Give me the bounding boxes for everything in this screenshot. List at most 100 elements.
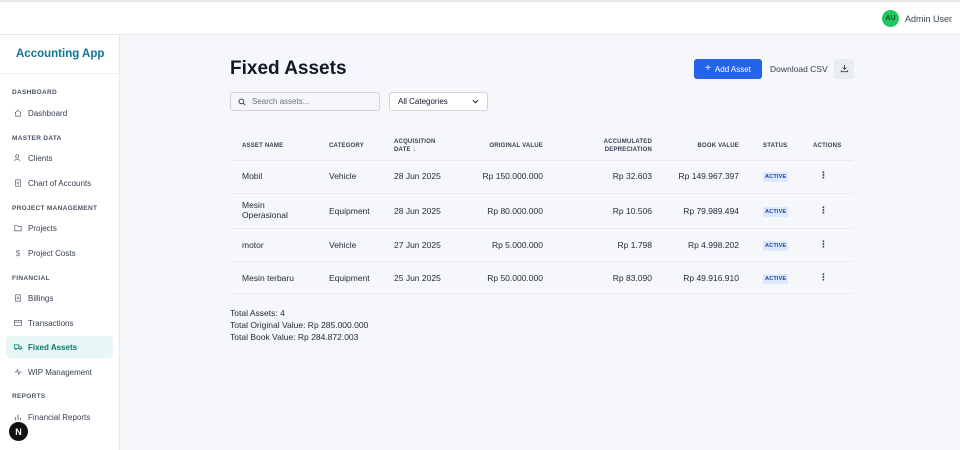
cell-depreciation: Rp 1.798 xyxy=(617,240,653,250)
header-accumulated-line1: ACCUMULATED xyxy=(603,139,652,145)
category-select[interactable]: All Categories xyxy=(389,92,488,111)
sidebar-item-wip-management[interactable]: WIP Management xyxy=(6,361,113,383)
cell-acquisition-date: 28 Jun 2025 xyxy=(394,171,441,181)
cell-original-value: Rp 5.000.000 xyxy=(491,240,543,250)
sidebar-item-project-costs[interactable]: $ Project Costs xyxy=(6,242,113,264)
sidebar-item-dashboard[interactable]: Dashboard xyxy=(6,102,113,124)
sidebar-item-projects[interactable]: Projects xyxy=(6,217,113,239)
cell-book-value: Rp 4.998.202 xyxy=(687,240,739,250)
user-menu[interactable]: AU Admin User xyxy=(881,10,952,27)
header-acquisition-line2: DATE ↓ xyxy=(394,147,416,153)
cell-original-value: Rp 50.000.000 xyxy=(487,273,543,283)
sidebar-item-transactions[interactable]: Transactions xyxy=(6,312,113,334)
folder-icon xyxy=(14,224,22,232)
row-actions-icon[interactable]: ⋮ xyxy=(819,272,828,283)
cell-original-value: Rp 150.000.000 xyxy=(482,171,544,181)
sidebar-item-label: Chart of Accounts xyxy=(28,178,92,188)
sidebar-section-reports: REPORTS xyxy=(12,393,46,400)
status-badge: ACTIVE xyxy=(763,207,789,217)
sidebar-item-clients[interactable]: Clients xyxy=(6,147,113,169)
cell-category: Equipment xyxy=(329,206,370,216)
header-category: CATEGORY xyxy=(329,143,364,149)
cell-depreciation: Rp 32.603 xyxy=(612,171,652,181)
header-actions: ACTIONS xyxy=(813,143,842,149)
users-icon xyxy=(14,154,22,162)
cell-original-value: Rp 80.000.000 xyxy=(487,206,543,216)
add-asset-button[interactable]: + Add Asset xyxy=(694,59,762,79)
document-icon xyxy=(14,294,22,302)
cell-category: Vehicle xyxy=(329,240,357,250)
sidebar: Accounting App DASHBOARD Dashboard MASTE… xyxy=(0,35,120,450)
sidebar-item-label: Billings xyxy=(28,293,54,303)
search-input[interactable] xyxy=(252,97,372,106)
category-select-value: All Categories xyxy=(398,97,448,106)
cell-book-value: Rp 79.989.494 xyxy=(683,206,739,216)
header-status: STATUS xyxy=(763,143,788,149)
brand-title[interactable]: Accounting App xyxy=(0,35,119,74)
sidebar-item-fixed-assets[interactable]: Fixed Assets xyxy=(6,336,113,358)
cell-asset-name: Mesin terbaru xyxy=(242,273,294,283)
sidebar-section-financial: FINANCIAL xyxy=(12,275,50,282)
cell-asset-name: Mesin Operasional xyxy=(242,200,288,220)
sidebar-item-label: Clients xyxy=(28,153,53,163)
header-acquisition-date[interactable]: ACQUISITION DATE ↓ xyxy=(394,138,436,154)
sidebar-item-billings[interactable]: Billings xyxy=(6,287,113,309)
cell-acquisition-date: 28 Jun 2025 xyxy=(394,206,441,216)
download-button[interactable] xyxy=(834,59,854,79)
dollar-icon: $ xyxy=(15,248,21,258)
total-book-value: Total Book Value: Rp 284.872.003 xyxy=(230,332,359,342)
user-name[interactable]: Admin User xyxy=(905,14,952,24)
sidebar-item-label: Project Costs xyxy=(28,248,76,258)
cell-category: Equipment xyxy=(329,273,370,283)
sidebar-item-label: Transactions xyxy=(28,318,74,328)
activity-icon xyxy=(14,368,22,376)
table-divider xyxy=(231,228,853,229)
status-badge: ACTIVE xyxy=(763,241,789,251)
sidebar-item-label: Projects xyxy=(28,223,57,233)
header-acquisition-line1: ACQUISITION xyxy=(394,139,436,145)
sidebar-item-label: Dashboard xyxy=(28,108,68,118)
sidebar-section-dashboard: DASHBOARD xyxy=(12,89,57,96)
cell-asset-name: Mobil xyxy=(242,171,263,181)
header-original-value: ORIGINAL VALUE xyxy=(489,143,543,149)
summary-block: Total Assets: 4 Total Original Value: Rp… xyxy=(230,307,368,343)
sidebar-section-master-data: MASTER DATA xyxy=(12,135,62,142)
table-divider xyxy=(231,293,853,294)
cell-acquisition-date: 27 Jun 2025 xyxy=(394,240,441,250)
truck-icon xyxy=(14,343,22,351)
cell-category: Vehicle xyxy=(329,171,357,181)
total-original-value: Total Original Value: Rp 285.000.000 xyxy=(230,320,369,330)
top-bar: AU Admin User xyxy=(0,0,960,35)
search-field[interactable] xyxy=(230,92,380,111)
row-actions-icon[interactable]: ⋮ xyxy=(819,239,828,250)
row-actions-icon[interactable]: ⋮ xyxy=(819,205,828,216)
search-icon xyxy=(238,93,246,111)
sidebar-item-chart-of-accounts[interactable]: Chart of Accounts xyxy=(6,172,113,194)
avatar[interactable]: AU xyxy=(881,10,899,27)
document-icon xyxy=(14,179,22,187)
plus-icon: + xyxy=(705,63,711,74)
header-accumulated-depreciation: ACCUMULATED DEPRECIATION xyxy=(561,138,652,154)
chevron-down-icon xyxy=(472,97,479,106)
add-asset-label: Add Asset xyxy=(714,64,751,74)
cell-acquisition-date: 25 Jun 2025 xyxy=(394,273,441,283)
row-actions-icon[interactable]: ⋮ xyxy=(819,170,828,181)
table-divider xyxy=(231,193,853,194)
status-badge: ACTIVE xyxy=(763,172,789,182)
cell-book-value: Rp 149.967.397 xyxy=(678,171,740,181)
card-icon xyxy=(14,319,22,327)
cell-book-value: Rp 49.916.910 xyxy=(683,273,739,283)
header-accumulated-line2: DEPRECIATION xyxy=(604,147,652,153)
table-divider xyxy=(231,261,853,262)
home-icon xyxy=(14,109,22,117)
download-csv-button[interactable]: Download CSV xyxy=(770,64,828,74)
table-divider xyxy=(231,160,853,161)
sidebar-item-label: WIP Management xyxy=(28,367,92,377)
cell-depreciation: Rp 10.506 xyxy=(612,206,652,216)
total-assets: Total Assets: 4 xyxy=(230,308,285,318)
app-badge[interactable]: N xyxy=(9,422,28,441)
status-badge: ACTIVE xyxy=(763,274,789,284)
page-title: Fixed Assets xyxy=(230,58,347,79)
header-book-value: BOOK VALUE xyxy=(697,143,739,149)
bar-chart-icon xyxy=(14,413,22,421)
